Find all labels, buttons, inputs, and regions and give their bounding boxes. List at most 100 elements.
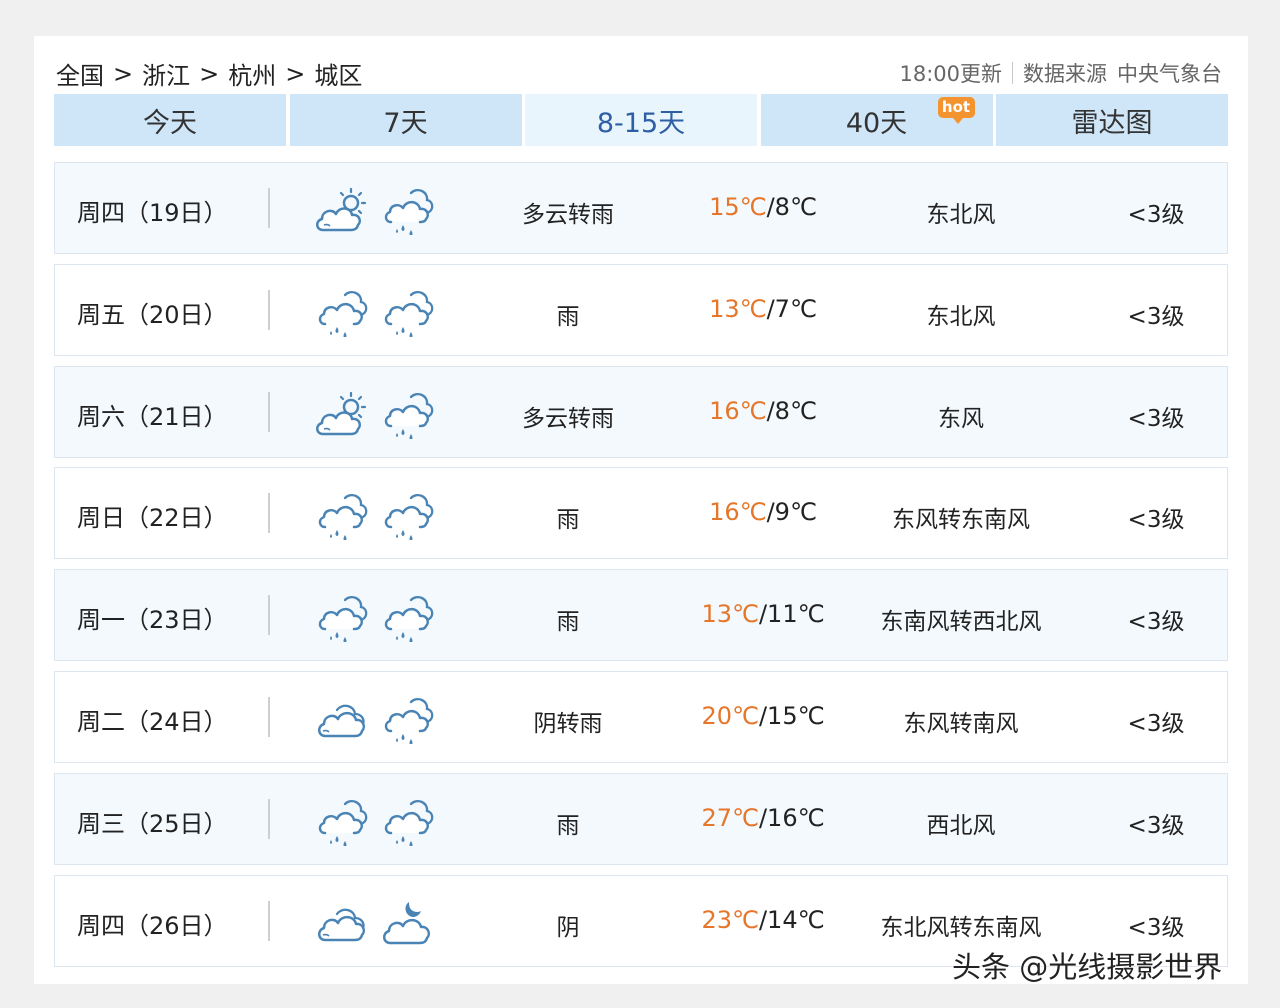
temp-low: 8℃ [774, 396, 817, 425]
breadcrumb: 全国 > 浙江 > 杭州 > 城区 [56, 56, 362, 91]
forecast-row: 周三（25日）雨 27℃/16℃ 西北风 <3级 [54, 772, 1228, 865]
temp-low: 11℃ [767, 600, 825, 629]
wind-level: <3级 [1127, 202, 1185, 228]
day-label: 周二（24日） [77, 707, 228, 736]
temperature: 16℃/8℃ [663, 397, 863, 425]
tab-8-15-days[interactable]: 8-15天 [525, 94, 757, 146]
update-time: 18:00更新 [899, 62, 1002, 86]
wind-direction: 东北风转东南风 [880, 914, 1042, 941]
row-divider [268, 493, 270, 534]
tab-7-days[interactable]: 7天 [289, 94, 522, 146]
forecast-row: 周六（21日） 多云转雨 16℃/8℃ 东风 <3级 [54, 365, 1228, 458]
temp-slash: / [758, 803, 768, 832]
hot-badge: hot [937, 97, 975, 124]
temp-slash: / [766, 498, 775, 527]
forecast-list: 周四（19日） 多云转雨 15℃/8℃ 东北风 <3级 周五（20日）雨 13℃/7℃ 东北风… [54, 162, 1228, 976]
forecast-row: 周日（22日）雨 16℃/9℃ 东风转东南风 <3级 [54, 467, 1228, 560]
wind-level: <3级 [1127, 609, 1185, 636]
forecast-row: 周一（23日）雨 13℃/11℃ 东南风转西北风 <3级 [54, 569, 1228, 662]
row-divider [268, 188, 270, 228]
temp-slash: / [766, 193, 775, 221]
wind-direction: 西北风 [926, 812, 996, 839]
day-label: 周四（19日） [77, 199, 228, 227]
partly-cloudy-icon [315, 389, 369, 439]
tab-label: 雷达图 [1071, 107, 1153, 139]
temp-low: 9℃ [774, 498, 817, 527]
tab-40-days[interactable]: 40天 hot [760, 94, 993, 146]
breadcrumb-separator: > [285, 59, 306, 88]
tab-today[interactable]: 今天 [54, 94, 286, 146]
rain-icon [315, 287, 369, 338]
weather-card: 全国 > 浙江 > 杭州 > 城区 18:00更新 数据来源 中央气象台 今天 7… [34, 36, 1248, 984]
temp-slash: / [766, 294, 775, 323]
forecast-row: 周二（24日） 阴转雨 20℃/15℃ 东风转南风 <3级 [54, 670, 1228, 763]
temp-high: 16℃ [709, 396, 767, 425]
wind-level: <3级 [1127, 710, 1185, 737]
breadcrumb-country[interactable]: 全国 [56, 56, 104, 91]
wind-level: <3级 [1127, 914, 1185, 941]
day-label: 周一（23日） [77, 606, 228, 635]
day-label: 周三（25日） [77, 809, 228, 838]
temperature: 13℃/7℃ [663, 295, 863, 323]
top-bar: 全国 > 浙江 > 杭州 > 城区 18:00更新 数据来源 中央气象台 [54, 54, 1228, 91]
row-divider [268, 391, 270, 432]
tab-radar[interactable]: 雷达图 [996, 94, 1228, 146]
row-divider [268, 696, 270, 737]
row-divider [268, 595, 270, 636]
temp-high: 13℃ [709, 294, 767, 323]
breadcrumb-separator: > [199, 59, 220, 88]
wind-level: <3级 [1127, 303, 1185, 330]
day-label: 周五（20日） [77, 300, 228, 329]
wind-direction: 东北风 [926, 303, 996, 330]
temp-low: 7℃ [774, 294, 817, 323]
data-source-label: 数据来源 [1023, 62, 1107, 86]
wind-direction: 东北风 [926, 202, 996, 228]
temp-high: 15℃ [709, 193, 767, 221]
overcast-icon [315, 898, 369, 948]
wind-direction: 东风转南风 [903, 710, 1019, 737]
row-divider [268, 900, 270, 941]
wind-direction: 东南风转西北风 [880, 609, 1042, 636]
breadcrumb-city[interactable]: 杭州 [228, 56, 276, 91]
temp-high: 13℃ [701, 600, 759, 629]
partly-cloudy-icon [315, 185, 369, 235]
temperature: 27℃/16℃ [663, 804, 863, 832]
temperature: 13℃/11℃ [663, 600, 863, 628]
overcast-icon [315, 694, 369, 744]
row-divider [268, 289, 270, 330]
temperature: 20℃/15℃ [663, 702, 863, 730]
wind-direction: 东风转东南风 [892, 507, 1030, 534]
row-divider [268, 798, 270, 839]
day-label: 周六（21日） [77, 402, 228, 431]
temp-high: 20℃ [701, 701, 759, 730]
temp-low: 8℃ [774, 193, 817, 221]
temp-slash: / [766, 396, 775, 425]
data-source: 中央气象台 [1117, 62, 1222, 86]
tab-label: 今天 [143, 107, 197, 139]
rain-icon [315, 490, 369, 542]
tab-label: 8-15天 [596, 107, 686, 139]
breadcrumb-separator: > [113, 59, 134, 88]
temp-low: 16℃ [767, 803, 825, 832]
forecast-row: 周五（20日）雨 13℃/7℃ 东北风 <3级 [54, 263, 1228, 356]
breadcrumb-province[interactable]: 浙江 [142, 56, 190, 91]
wind-direction: 东风 [938, 405, 984, 432]
wind-level: <3级 [1127, 507, 1185, 534]
meta-divider [1012, 62, 1013, 84]
tab-label: 7天 [383, 107, 428, 139]
temperature: 15℃/8℃ [663, 193, 863, 221]
watermark: 头条 @光线摄影世界 [952, 950, 1223, 984]
temp-slash: / [758, 701, 768, 730]
temperature: 23℃/14℃ [663, 906, 863, 934]
forecast-tabs: 今天 7天 8-15天 40天 hot 雷达图 [54, 94, 1228, 146]
temperature: 16℃/9℃ [663, 498, 863, 526]
temp-high: 27℃ [701, 803, 759, 832]
wind-level: <3级 [1127, 812, 1185, 839]
temp-low: 15℃ [767, 701, 825, 730]
forecast-row: 周四（19日） 多云转雨 15℃/8℃ 东北风 <3级 [54, 162, 1228, 254]
temp-high: 23℃ [701, 905, 759, 934]
wind-level: <3级 [1127, 405, 1185, 432]
day-label: 周日（22日） [77, 504, 228, 533]
day-label: 周四（26日） [77, 911, 228, 940]
rain-icon [315, 796, 369, 847]
